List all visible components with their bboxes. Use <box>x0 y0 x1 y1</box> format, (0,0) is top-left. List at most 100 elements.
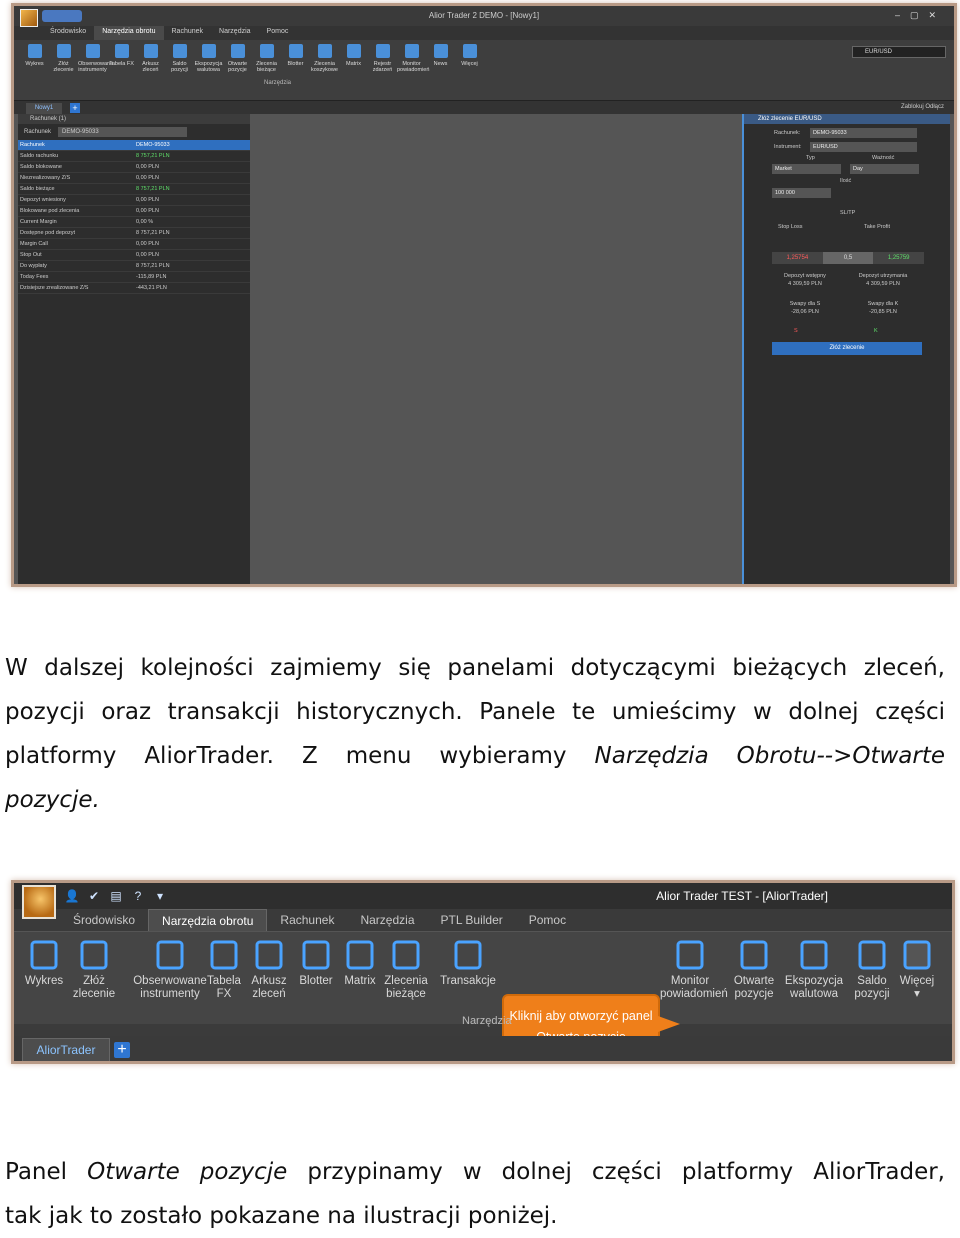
ribbon-tab[interactable]: Narzędzia <box>347 909 427 931</box>
panel-name-text: Otwarte pozycje <box>87 1159 288 1185</box>
tool-label: Więcej <box>899 975 935 987</box>
ribbon-tool-button[interactable]: Zlecenia koszykowe <box>310 44 339 73</box>
ribbon-tool-button[interactable]: News <box>426 44 455 73</box>
deposit-maintenance-value: 4 309,59 PLN <box>866 281 900 287</box>
ribbon-tool-button[interactable]: Ekspozycja walutowa <box>194 44 223 73</box>
paragraph-pin-panel: Panel Otwarte pozycje przypinamy w dolne… <box>5 1150 945 1238</box>
row-value: 0,00 % <box>136 219 154 225</box>
customize-icon[interactable]: ▾ <box>152 888 168 904</box>
ribbon-tab[interactable]: Narzędzia obrotu <box>94 26 164 40</box>
ribbon-tool-button[interactable]: Obserwowane instrumenty <box>78 44 113 73</box>
ribbon-tool-button[interactable]: Matrix <box>339 44 368 73</box>
ribbon-tool-button[interactable]: Zlecenia bieżące <box>252 44 281 73</box>
ribbon-tool-button[interactable]: Otwarte pozycje <box>223 44 252 73</box>
table-row[interactable]: Dzisiejsze zrealizowane Z/S -443,21 PLN <box>18 283 250 294</box>
ribbon-tab[interactable]: PTL Builder <box>428 909 516 931</box>
ribbon-tab[interactable]: Środowisko <box>42 26 94 40</box>
ribbon-tool-button[interactable]: Otwarte pozycje <box>724 938 784 1001</box>
ribbon-tab[interactable]: Pomoc <box>259 26 297 40</box>
add-workspace-button[interactable]: + <box>70 103 80 113</box>
ribbon-tab[interactable]: Rachunek <box>267 909 347 931</box>
ribbon-tool-button[interactable]: Transakcje <box>438 938 498 988</box>
deposit-maintenance: Depozyt utrzymania 4 309,59 PLN <box>848 272 918 288</box>
table-row[interactable]: Today Fees -115,89 PLN <box>18 272 250 283</box>
table-row[interactable]: Saldo blokowane 0,00 PLN <box>18 162 250 173</box>
paragraph-text: przypinamy w dolnej części platformy Ali… <box>287 1159 945 1185</box>
tool-icon <box>346 44 361 58</box>
person-icon[interactable]: 👤 <box>64 888 80 904</box>
ribbon-tool-button[interactable]: Złóż zlecenie <box>64 938 124 1001</box>
ribbon-tool-button[interactable]: Więcej ▾ <box>887 938 947 1001</box>
sell-radio[interactable]: S <box>794 328 798 334</box>
table-row[interactable]: Depozyt wniesiony 0,00 PLN <box>18 195 250 206</box>
ribbon-tool-button[interactable]: Saldo pozycji <box>165 44 194 73</box>
help-icon[interactable]: ? <box>130 888 146 904</box>
window-controls[interactable]: –▢✕ <box>895 10 946 21</box>
table-row[interactable]: Rachunek DEMO-95033 <box>18 140 250 151</box>
tool-label: Monitor powiadomień <box>397 61 430 73</box>
row-value: 0,00 PLN <box>136 252 159 258</box>
ribbon-tab[interactable]: Narzędzia obrotu <box>148 909 268 931</box>
validity-select[interactable]: Day <box>850 164 919 174</box>
ribbon-tool-button[interactable]: Złóż zlecenie <box>49 44 78 73</box>
table-row[interactable]: Blokowane pod zlecenia 0,00 PLN <box>18 206 250 217</box>
chart-icon <box>30 940 58 970</box>
tool-label: Złóż zlecenie <box>53 61 74 73</box>
ribbon: Kliknij aby otworzyć panel Otwarte pozyc… <box>14 932 952 1058</box>
ribbon-tool-button[interactable]: Blotter <box>281 44 310 73</box>
add-workspace-button[interactable]: + <box>114 1042 130 1058</box>
stop-loss-checkbox[interactable]: Stop Loss <box>778 224 802 230</box>
table-row[interactable]: Current Margin 0,00 % <box>18 217 250 228</box>
watchlist-icon <box>156 940 184 970</box>
table-row[interactable]: Saldo rachunku 8 757,21 PLN <box>18 151 250 162</box>
ribbon-tool-button[interactable]: Wykres <box>20 44 49 73</box>
table-row[interactable]: Margin Call 0,00 PLN <box>18 239 250 250</box>
workspace-tab[interactable]: Nowy1 <box>26 103 62 114</box>
instrument-search-input[interactable]: EUR/USD <box>852 46 946 58</box>
check-icon[interactable]: ✔ <box>86 888 102 904</box>
tool-icon <box>27 44 42 58</box>
ribbon-tool-button[interactable]: Tabela FX <box>107 44 136 73</box>
tool-label: Transakcje <box>440 975 496 987</box>
ribbon-tool-button[interactable]: Rejestr zdarzeń <box>368 44 397 73</box>
tool-label: ▾ <box>914 988 920 1000</box>
take-profit-checkbox[interactable]: Take Profit <box>864 224 890 230</box>
ribbon-tool-button[interactable]: Monitor powiadomień <box>660 938 728 1001</box>
order-type-select[interactable]: Market <box>772 164 841 174</box>
orders-icon <box>392 940 420 970</box>
ask-price[interactable]: 1,25759 <box>873 252 925 264</box>
workspace-tab-aliortrader[interactable]: AliorTrader <box>22 1038 110 1061</box>
tool-label: bieżące <box>386 988 426 1000</box>
tool-label: Więcej <box>461 61 478 67</box>
ribbon-tab[interactable]: Narzędzia <box>211 26 259 40</box>
buy-radio[interactable]: K <box>874 328 878 334</box>
row-value: DEMO-95033 <box>136 142 170 148</box>
ribbon-tab[interactable]: Środowisko <box>60 909 148 931</box>
quantity-input[interactable]: 100 000 <box>772 188 831 198</box>
ribbon-tab[interactable]: Rachunek <box>164 26 212 40</box>
tool-icon <box>404 44 419 58</box>
bid-price[interactable]: 1,25754 <box>772 252 823 264</box>
table-row[interactable]: Saldo bieżące 8 757,21 PLN <box>18 184 250 195</box>
account-select[interactable]: DEMO-95033 <box>58 127 187 137</box>
table-row[interactable]: Do wypłaty 8 757,21 PLN <box>18 261 250 272</box>
instrument-label: Instrument: <box>774 144 802 150</box>
table-row[interactable]: Niezrealizowany Z/S 0,00 PLN <box>18 173 250 184</box>
submit-order-button[interactable]: Złóż zlecenie <box>772 342 922 355</box>
instrument-select[interactable]: EUR/USD <box>810 142 917 152</box>
table-row[interactable]: Dostępne pod depozyt 8 757,21 PLN <box>18 228 250 239</box>
table-row[interactable]: Stop Out 0,00 PLN <box>18 250 250 261</box>
ribbon-tab[interactable]: Pomoc <box>516 909 579 931</box>
panel-links[interactable]: Zablokuj Odłącz <box>901 104 944 110</box>
ribbon-tool-button[interactable]: Zlecenia bieżące <box>376 938 436 1001</box>
ribbon-tool-button[interactable]: Arkusz zleceń <box>136 44 165 73</box>
document-icon[interactable]: ▤ <box>108 888 124 904</box>
account-label: Rachunek <box>24 129 52 135</box>
swap-k: Swapy dla K -20,85 PLN <box>848 300 918 316</box>
ribbon-tool-button[interactable]: Ekspozycja walutowa <box>784 938 844 1001</box>
menu-path-text: pozycje. <box>5 787 100 813</box>
ribbon-tool-button[interactable]: Więcej <box>455 44 484 73</box>
tool-icon <box>259 44 274 58</box>
order-account-select[interactable]: DEMO-95033 <box>810 128 917 138</box>
ribbon-tool-button[interactable]: Monitor powiadomień <box>397 44 430 73</box>
